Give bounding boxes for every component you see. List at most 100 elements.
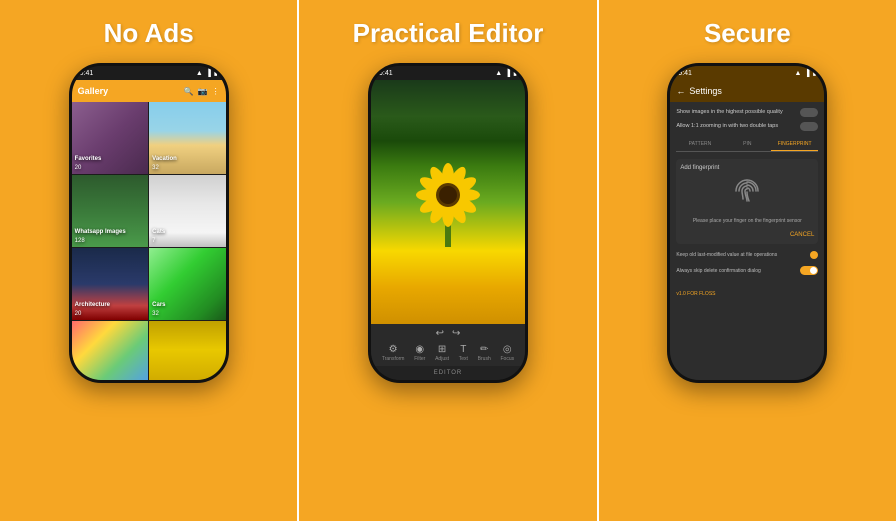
panel-title-no-ads: No Ads bbox=[104, 18, 194, 49]
focus-label: Focus bbox=[500, 356, 514, 362]
battery-icon-editor: ▮ bbox=[513, 69, 517, 77]
adjust-label: Adjust bbox=[435, 356, 449, 362]
status-bar-settings: 9:41 ▲ ▐ ▮ bbox=[670, 66, 824, 80]
gallery-item-name: Architecture bbox=[75, 302, 110, 308]
panel-title-secure: Secure bbox=[704, 18, 791, 49]
tab-pin[interactable]: PIN bbox=[724, 138, 771, 151]
editor-tool-transform[interactable]: ⚙ Transform bbox=[382, 344, 405, 362]
tab-pattern[interactable]: PATTERN bbox=[676, 138, 723, 151]
gallery-grid: Favorites 20 Vacation 32 Whatsapp Images… bbox=[72, 102, 226, 380]
fingerprint-icon bbox=[733, 177, 761, 212]
battery-icon-settings: ▮ bbox=[812, 69, 816, 77]
settings-footer-row1: Keep old last-modified value at file ope… bbox=[676, 251, 818, 259]
editor-image-area bbox=[371, 80, 525, 324]
settings-app-bar: ← Settings bbox=[670, 80, 824, 102]
gallery-item-7[interactable] bbox=[72, 321, 149, 380]
transform-icon: ⚙ bbox=[389, 344, 398, 355]
status-time-settings: 9:41 bbox=[678, 70, 692, 77]
editor-controls: ↩ ↪ ⚙ Transform ◉ Filter ⊞ Adjust bbox=[371, 324, 525, 366]
fingerprint-section: Add fingerprint bbox=[676, 159, 818, 244]
editor-tool-focus[interactable]: ◎ Focus bbox=[500, 344, 514, 362]
gallery-item-cats[interactable]: Cats 7 bbox=[149, 175, 226, 247]
settings-footer-text2: Always skip delete confirmation dialog bbox=[676, 268, 761, 274]
gallery-item-whatsapp[interactable]: Whatsapp Images 128 bbox=[72, 175, 149, 247]
undo-redo-bar: ↩ ↪ bbox=[377, 328, 519, 339]
settings-footer-row2: Always skip delete confirmation dialog bbox=[676, 266, 818, 275]
editor-tool-brush[interactable]: ✏ Brush bbox=[478, 344, 491, 362]
settings-row-zoom-text: Allow 1:1 zooming in with two double tap… bbox=[676, 123, 778, 130]
battery-icon: ▮ bbox=[214, 69, 218, 77]
editor-tool-adjust[interactable]: ⊞ Adjust bbox=[435, 344, 449, 362]
editor-bottom-label: EDITOR bbox=[434, 370, 463, 376]
phone-editor: 9:41 ▲ ▐ ▮ bbox=[368, 63, 528, 383]
status-time: 9:41 bbox=[80, 70, 94, 77]
gallery-item-name: Vacation bbox=[152, 156, 177, 162]
camera-icon[interactable]: 📷 bbox=[198, 87, 208, 96]
adjust-icon: ⊞ bbox=[438, 344, 446, 355]
tab-fingerprint[interactable]: FINGERPRINT bbox=[771, 138, 818, 151]
wifi-icon: ▲ bbox=[196, 70, 203, 77]
status-bar-editor: 9:41 ▲ ▐ ▮ bbox=[371, 66, 525, 80]
focus-icon: ◎ bbox=[503, 344, 512, 355]
fingerprint-hint-text: Please place your finger on the fingerpr… bbox=[693, 218, 802, 224]
wifi-icon-settings: ▲ bbox=[795, 70, 802, 77]
settings-row-zoom: Allow 1:1 zooming in with two double tap… bbox=[676, 122, 818, 131]
more-icon[interactable]: ⋮ bbox=[212, 87, 220, 96]
editor-bottom-bar: EDITOR bbox=[371, 366, 525, 380]
brush-label: Brush bbox=[478, 356, 491, 362]
panel-no-ads: No Ads 9:41 ▲ ▐ ▮ Gallery 🔍 📷 ⋮ bbox=[0, 0, 297, 521]
add-fingerprint-label: Add fingerprint bbox=[680, 165, 719, 171]
brush-icon: ✏ bbox=[480, 344, 488, 355]
version-label: v1.0 FOR FLOSS bbox=[676, 291, 715, 297]
filter-label: Filter bbox=[414, 356, 425, 362]
search-icon[interactable]: 🔍 bbox=[184, 87, 194, 96]
panel-practical-editor: Practical Editor 9:41 ▲ ▐ ▮ bbox=[299, 0, 596, 521]
wifi-icon-editor: ▲ bbox=[495, 70, 502, 77]
cancel-button[interactable]: CANCEL bbox=[790, 232, 814, 238]
signal-icon: ▐ bbox=[206, 70, 211, 77]
editor-tool-filter[interactable]: ◉ Filter bbox=[414, 344, 425, 362]
gallery-item-count: 32 bbox=[152, 165, 159, 171]
sunflower-image bbox=[413, 157, 483, 247]
settings-footer-text1: Keep old last-modified value at file ope… bbox=[676, 252, 777, 258]
undo-icon[interactable]: ↩ bbox=[436, 328, 444, 339]
gallery-app-bar: Gallery 🔍 📷 ⋮ bbox=[72, 80, 226, 102]
gallery-item-count: 7 bbox=[152, 238, 155, 244]
editor-toolbar: ⚙ Transform ◉ Filter ⊞ Adjust T Text bbox=[377, 342, 519, 364]
status-time-editor: 9:41 bbox=[379, 70, 393, 77]
settings-app-title: Settings bbox=[689, 86, 722, 96]
gallery-item-count: 20 bbox=[75, 311, 82, 317]
gallery-item-count: 128 bbox=[75, 238, 85, 244]
security-tabs: PATTERN PIN FINGERPRINT bbox=[676, 138, 818, 152]
text-icon: T bbox=[460, 344, 466, 355]
toggle-skip-delete[interactable] bbox=[800, 266, 818, 275]
gallery-item-name: Whatsapp Images bbox=[75, 229, 126, 235]
phone-settings: 9:41 ▲ ▐ ▮ ← Settings Show images in the… bbox=[667, 63, 827, 383]
gallery-item-favorites[interactable]: Favorites 20 bbox=[72, 102, 149, 174]
gallery-item-count: 32 bbox=[152, 311, 159, 317]
gallery-item-cars[interactable]: Cars 32 bbox=[149, 248, 226, 320]
status-bar-gallery: 9:41 ▲ ▐ ▮ bbox=[72, 66, 226, 80]
redo-icon[interactable]: ↪ bbox=[452, 328, 460, 339]
gallery-item-name: Favorites bbox=[75, 156, 102, 162]
panel-title-editor: Practical Editor bbox=[353, 18, 544, 49]
gallery-item-8[interactable] bbox=[149, 321, 226, 380]
toggle-quality[interactable] bbox=[800, 108, 818, 117]
gallery-item-vacation[interactable]: Vacation 32 bbox=[149, 102, 226, 174]
phone-gallery: 9:41 ▲ ▐ ▮ Gallery 🔍 📷 ⋮ bbox=[69, 63, 229, 383]
editor-tool-text[interactable]: T Text bbox=[459, 344, 468, 362]
filter-icon: ◉ bbox=[415, 344, 424, 355]
settings-body: Show images in the highest possible qual… bbox=[670, 102, 824, 380]
panel-secure: Secure 9:41 ▲ ▐ ▮ ← Settings Show bbox=[599, 0, 896, 521]
back-icon[interactable]: ← bbox=[676, 86, 685, 96]
gallery-item-architecture[interactable]: Architecture 20 bbox=[72, 248, 149, 320]
toggle-zoom[interactable] bbox=[800, 122, 818, 131]
signal-icon-settings: ▐ bbox=[804, 70, 809, 77]
settings-row-quality: Show images in the highest possible qual… bbox=[676, 108, 818, 117]
gallery-item-name: Cats bbox=[152, 229, 165, 235]
gallery-app-title: Gallery bbox=[78, 86, 184, 96]
signal-icon-editor: ▐ bbox=[505, 70, 510, 77]
dot-indicator-1 bbox=[810, 251, 818, 259]
transform-label: Transform bbox=[382, 356, 405, 362]
text-label: Text bbox=[459, 356, 468, 362]
